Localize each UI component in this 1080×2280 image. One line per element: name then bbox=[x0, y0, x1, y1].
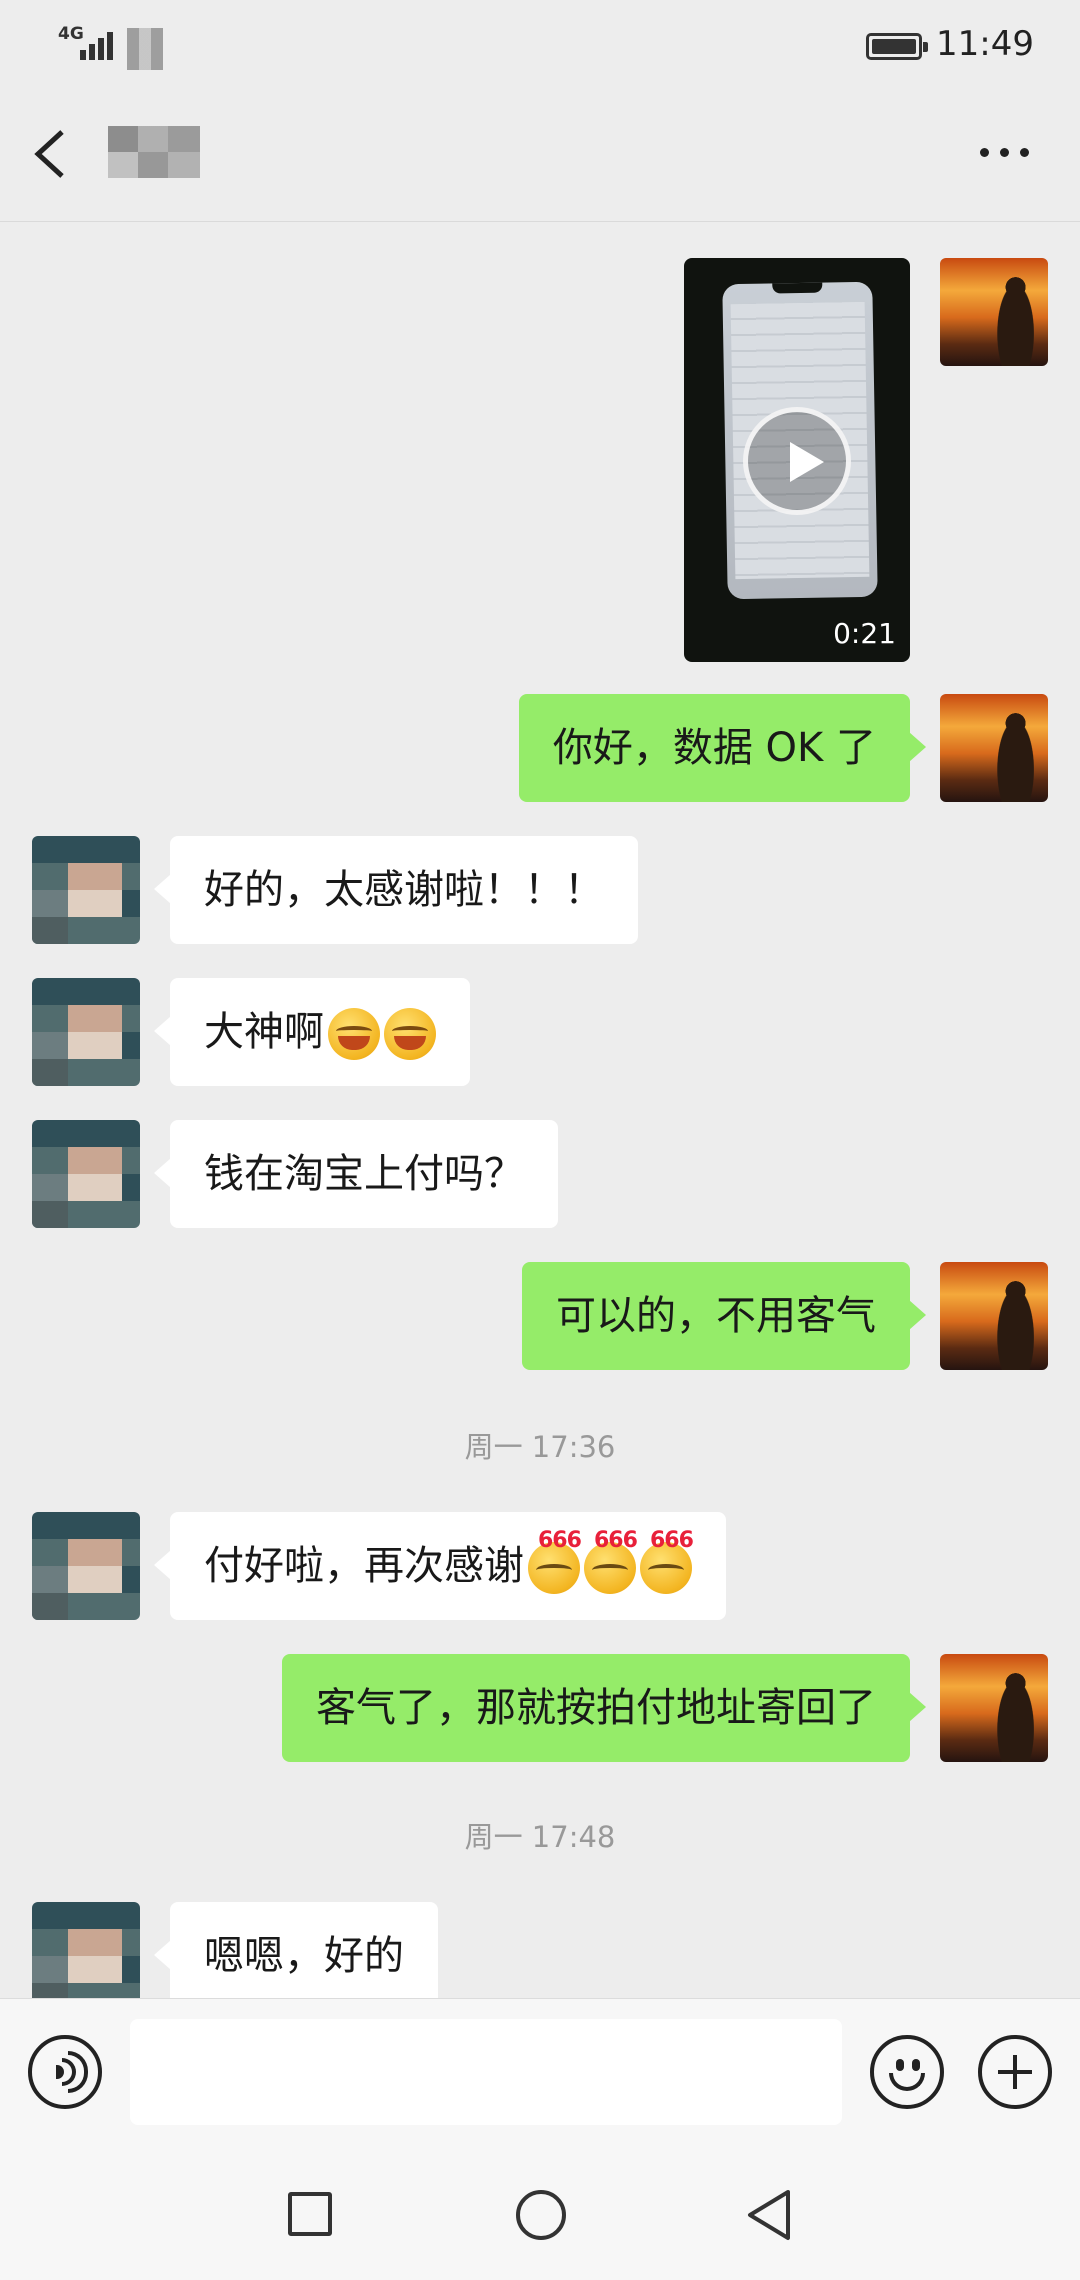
my-avatar[interactable] bbox=[940, 1654, 1048, 1762]
my-avatar[interactable] bbox=[940, 694, 1048, 802]
contact-avatar[interactable] bbox=[32, 1512, 140, 1620]
contact-message-bubble[interactable]: 好的，太感谢啦！！！ bbox=[154, 836, 638, 944]
status-bar: 4G 11:49 bbox=[0, 0, 1080, 92]
my-message-bubble[interactable]: 你好，数据 OK 了 bbox=[518, 694, 927, 802]
my-avatar[interactable] bbox=[940, 1262, 1048, 1370]
chat-message-list[interactable]: 0:21 你好，数据 OK 了 好的，太感谢啦！！！ 大神啊 钱在淘宝上付吗？ … bbox=[0, 222, 1080, 1998]
my-message-bubble[interactable]: 客气了，那就按拍付地址寄回了 bbox=[282, 1654, 926, 1762]
message-text: 大神啊 bbox=[204, 1009, 324, 1055]
system-navigation-bar bbox=[0, 2146, 1080, 2280]
home-circle-icon[interactable] bbox=[516, 2190, 566, 2240]
cellular-signal-icon: 4G bbox=[58, 24, 120, 64]
more-dots-icon[interactable] bbox=[978, 142, 1032, 162]
hugging-face-emoji bbox=[384, 1008, 436, 1060]
video-thumbnail[interactable]: 0:21 bbox=[684, 258, 910, 662]
battery-icon bbox=[866, 33, 928, 60]
message-text: 钱在淘宝上付吗？ bbox=[204, 1151, 524, 1197]
chat-header bbox=[0, 92, 1080, 222]
back-arrow-icon[interactable] bbox=[32, 128, 76, 180]
message-text: 好的，太感谢啦！！！ bbox=[204, 867, 604, 913]
status-time: 11:49 bbox=[936, 24, 1034, 64]
message-timestamp: 周一 17:36 bbox=[464, 1430, 616, 1464]
contact-message-bubble[interactable]: 付好啦，再次感谢 bbox=[154, 1512, 726, 1620]
666-emoji bbox=[640, 1530, 693, 1594]
voice-icon[interactable] bbox=[28, 2035, 102, 2109]
chat-input-bar bbox=[0, 1998, 1080, 2146]
contact-avatar[interactable] bbox=[32, 1902, 140, 1998]
message-text: 客气了，那就按拍付地址寄回了 bbox=[316, 1685, 876, 1731]
contact-message-bubble[interactable]: 钱在淘宝上付吗？ bbox=[154, 1120, 558, 1228]
message-video[interactable]: 0:21 bbox=[0, 222, 1080, 662]
contact-avatar[interactable] bbox=[32, 978, 140, 1086]
666-emoji bbox=[528, 1530, 581, 1594]
contact-avatar[interactable] bbox=[32, 836, 140, 944]
message-text: 可以的，不用客气 bbox=[556, 1293, 876, 1339]
video-duration: 0:21 bbox=[833, 617, 896, 650]
plus-icon[interactable] bbox=[978, 2035, 1052, 2109]
hugging-face-emoji bbox=[328, 1008, 380, 1060]
blurred-contact-name bbox=[108, 126, 200, 178]
play-icon[interactable] bbox=[743, 407, 851, 515]
message-input[interactable] bbox=[130, 2019, 842, 2125]
emoji-icon[interactable] bbox=[870, 2035, 944, 2109]
contact-message-bubble[interactable]: 嗯嗯，好的 bbox=[154, 1902, 438, 1998]
message-text: 你好，数据 OK 了 bbox=[552, 725, 876, 771]
back-triangle-icon[interactable] bbox=[744, 2188, 794, 2242]
my-message-bubble[interactable]: 可以的，不用客气 bbox=[522, 1262, 926, 1370]
message-text: 嗯嗯，好的 bbox=[204, 1933, 404, 1979]
network-type: 4G bbox=[58, 24, 84, 44]
message-timestamp: 周一 17:48 bbox=[464, 1820, 616, 1854]
recents-square-icon[interactable] bbox=[288, 2192, 332, 2236]
contact-avatar[interactable] bbox=[32, 1120, 140, 1228]
666-emoji bbox=[584, 1530, 637, 1594]
contact-message-bubble[interactable]: 大神啊 bbox=[154, 978, 470, 1086]
my-avatar[interactable] bbox=[940, 258, 1048, 366]
message-text: 付好啦，再次感谢 bbox=[204, 1543, 524, 1589]
blurred-status-icon bbox=[127, 28, 163, 70]
